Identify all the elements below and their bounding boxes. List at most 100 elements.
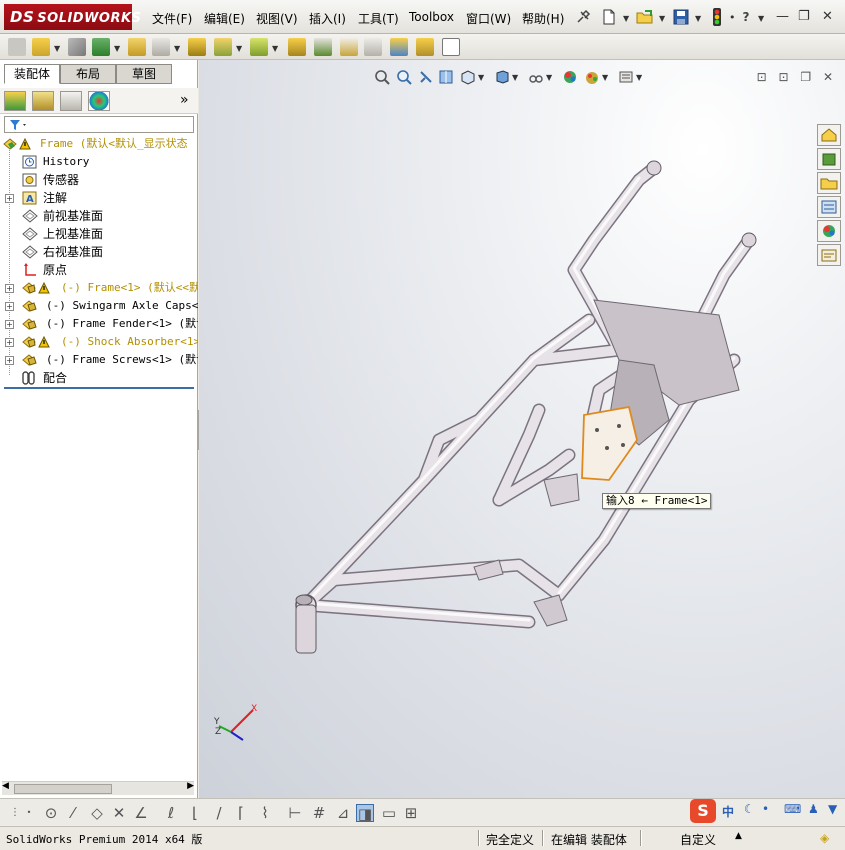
expand-toggle-icon[interactable]: + [5,320,14,329]
chevron-down-icon[interactable]: ▼ [236,44,242,53]
chevron-down-icon[interactable]: ▼ [758,14,764,23]
polygon-icon[interactable]: ◇ [88,804,106,822]
keyboard-icon[interactable]: ⌨ [784,802,801,816]
cube-view-icon[interactable]: ◨ [356,804,374,823]
scroll-thumb[interactable] [14,784,112,794]
skin-shirt-icon[interactable]: ▼ [828,802,837,816]
pin-icon[interactable] [574,8,592,26]
feature-tree-item[interactable]: 前视基准面 [0,207,198,225]
exploded-view-icon[interactable] [340,38,358,56]
chevron-down-icon[interactable]: ▼ [695,14,701,23]
feature-tree-item[interactable]: 右视基准面 [0,243,198,261]
sogou-ime-logo-icon[interactable]: S [690,799,716,823]
tree-filter[interactable] [4,116,194,133]
menu-edit[interactable]: 编辑(E) [204,10,245,27]
explode-line-sketch-icon[interactable] [364,38,382,56]
tab-assembly[interactable]: 装配体 [4,64,60,84]
assembly-features-icon[interactable] [214,38,232,56]
menu-toolbox[interactable]: Toolbox [409,10,454,24]
selected-face-highlight[interactable] [581,405,638,481]
chevron-down-icon[interactable]: ▼ [114,44,120,53]
move-component-icon[interactable] [152,38,170,56]
minimize-button[interactable]: — [776,9,789,24]
chevron-down-icon[interactable]: ▼ [54,44,60,53]
menu-tools[interactable]: 工具(T) [358,10,399,27]
expand-toggle-icon[interactable]: + [5,302,14,311]
circle-icon[interactable]: ⊙ [42,804,60,822]
scroll-left-arrow-icon[interactable]: ◀ [2,781,9,791]
options-dot-icon[interactable]: • [729,11,736,24]
expand-toggle-icon[interactable]: + [5,284,14,293]
expand-toggle-icon[interactable]: + [5,356,14,365]
new-motion-study-icon[interactable] [288,38,306,56]
interference-detection-icon[interactable] [390,38,408,56]
grid-icon[interactable]: # [310,804,328,822]
help-icon[interactable]: ? [737,8,755,26]
feature-tree-item[interactable]: 配合 [0,369,198,387]
feature-tree-item[interactable]: 原点 [0,261,198,279]
reference-geometry-icon[interactable] [250,38,268,56]
feature-tree-item[interactable]: History [0,153,198,171]
full-half-width-icon[interactable]: • [762,802,769,816]
insert-component-icon[interactable] [32,38,50,56]
linear-pattern-icon[interactable] [92,38,110,56]
angle-icon[interactable]: ∠ [132,804,150,822]
show-hidden-icon[interactable] [188,38,206,56]
menu-window[interactable]: 窗口(W) [466,10,511,27]
configuration-manager-icon[interactable] [60,91,82,111]
feature-tree-item[interactable]: + (-) Frame Fender<1> (默认 [0,315,198,333]
motorcycle-frame-model[interactable] [199,60,845,798]
feature-tree-item[interactable]: + (-) Frame Screws<1> (默认 [0,351,198,369]
centerline-icon[interactable]: ⌇ [256,804,274,822]
restore-button[interactable]: ❐ [798,9,810,24]
new-document-icon[interactable] [600,8,618,26]
chevron-down-icon[interactable]: ▼ [659,14,665,23]
chevron-down-icon[interactable]: ▼ [623,14,629,23]
feature-tree-item[interactable]: + (-) Frame<1> (默认<<默认 [0,279,198,297]
menu-insert[interactable]: 插入(I) [309,10,346,27]
slash-line-icon[interactable]: / [210,804,228,822]
property-manager-icon[interactable] [32,91,54,111]
trim-icon[interactable]: ✕ [110,804,128,822]
sketch-fillet-icon[interactable]: ℓ [162,804,180,822]
expand-panel-icon[interactable]: » [180,92,189,108]
rebuild-traffic-light-icon[interactable] [708,8,726,26]
expand-toggle-icon[interactable]: + [5,194,14,203]
smart-fasteners-icon[interactable] [128,38,146,56]
single-view-icon[interactable]: ▭ [380,804,398,822]
relation-icon[interactable]: ⊿ [334,804,352,822]
expand-toggle-icon[interactable]: + [5,338,14,347]
point-icon[interactable]: • [20,804,38,822]
close-button[interactable]: ✕ [822,9,833,24]
component-gray-icon[interactable] [8,38,26,56]
feature-tree-item[interactable]: + (-) Swingarm Axle Caps<1> [0,297,198,315]
graphics-viewport[interactable]: ▼ ▼ ▼ ▼ ▼ ⊡ ⊡ ❐ ✕ 输入8 ← Frame<1> X Y Z [199,60,845,798]
save-icon[interactable] [672,8,690,26]
user-icon[interactable]: ♟ [808,802,819,816]
line-icon[interactable]: ⁄ [64,804,82,822]
tab-layout[interactable]: 布局 [60,64,116,84]
feature-manager-icon[interactable] [4,91,26,111]
menu-view[interactable]: 视图(V) [256,10,298,27]
menu-help[interactable]: 帮助(H) [522,10,564,27]
feature-tree-item[interactable]: 上视基准面 [0,225,198,243]
units-selector[interactable]: 自定义 [680,831,716,848]
menu-file[interactable]: 文件(F) [152,10,192,27]
open-folder-icon[interactable] [636,8,654,26]
horizontal-scrollbar[interactable]: ◀ ▶ [2,781,194,795]
four-view-icon[interactable]: ⊞ [402,804,420,822]
tab-sketch[interactable]: 草图 [116,64,172,84]
scroll-right-arrow-icon[interactable]: ▶ [187,781,194,791]
moon-punctuation-icon[interactable]: ☾ [744,802,755,816]
rebuild-tag-icon[interactable]: ◈ [820,831,829,845]
feature-tree-item[interactable]: Frame (默认<默认_显示状态 [0,135,198,153]
feature-tree-item[interactable]: + (-) Shock Absorber<1> [0,333,198,351]
feature-tree-item[interactable]: + A 注解 [0,189,198,207]
mate-paperclip-icon[interactable] [68,38,86,56]
bill-of-materials-icon[interactable] [314,38,332,56]
display-manager-icon[interactable] [88,91,110,111]
chevron-down-icon[interactable]: ▼ [272,44,278,53]
solidworks-logo[interactable]: DS SOLIDWORKS [4,4,141,30]
clearance-verification-icon[interactable] [416,38,434,56]
chevron-down-icon[interactable]: ▼ [174,44,180,53]
